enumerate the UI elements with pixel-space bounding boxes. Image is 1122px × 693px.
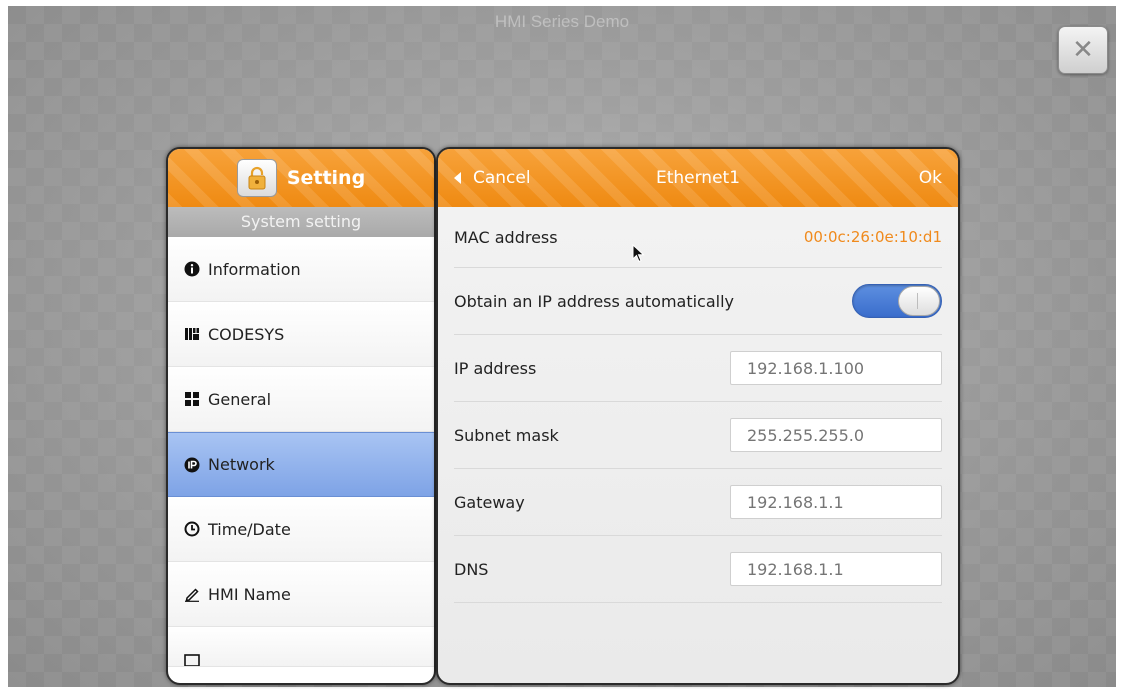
- sidebar-item-time-date[interactable]: Time/Date: [168, 497, 434, 562]
- subnet-mask-label: Subnet mask: [454, 425, 559, 445]
- pen-icon: [184, 586, 200, 602]
- ethernet-panel: Cancel Ethernet1 Ok MAC address 00:0c:26…: [436, 147, 960, 685]
- partial-icon: [184, 653, 200, 666]
- codesys-icon: [184, 326, 200, 342]
- ip-icon: [184, 457, 200, 473]
- mac-address-value: 00:0c:26:0e:10:d1: [803, 228, 942, 246]
- sidebar-item-label: CODESYS: [208, 324, 285, 344]
- cancel-button[interactable]: Cancel: [454, 149, 531, 207]
- ok-label: Ok: [918, 168, 942, 188]
- sidebar-item-label: General: [208, 389, 272, 409]
- gateway-label: Gateway: [454, 492, 525, 512]
- ethernet-header: Cancel Ethernet1 Ok: [438, 149, 958, 207]
- dns-row: DNS: [454, 536, 942, 603]
- dns-field[interactable]: [730, 552, 942, 586]
- close-icon: ✕: [1072, 35, 1094, 65]
- sidebar-item-hmi-name[interactable]: HMI Name: [168, 562, 434, 627]
- gateway-field[interactable]: [730, 485, 942, 519]
- grid-icon: [184, 391, 200, 407]
- sidebar-item-network[interactable]: Network: [168, 432, 434, 497]
- sidebar-item-codesys[interactable]: CODESYS: [168, 302, 434, 367]
- clock-icon: [184, 521, 200, 537]
- ip-address-label: IP address: [454, 358, 537, 378]
- close-button[interactable]: ✕: [1058, 26, 1108, 74]
- mac-address-label: MAC address: [454, 227, 558, 247]
- settings-sidebar: Setting System setting Information CODES…: [166, 147, 436, 685]
- dhcp-label: Obtain an IP address automatically: [454, 291, 735, 311]
- sidebar-item-general[interactable]: General: [168, 367, 434, 432]
- lock-button[interactable]: [236, 159, 277, 197]
- sidebar-item-partial[interactable]: [168, 627, 434, 667]
- info-icon: [184, 261, 200, 277]
- sidebar-item-label: Time/Date: [208, 519, 291, 539]
- settings-title: Setting: [286, 167, 366, 189]
- ok-button[interactable]: Ok: [919, 149, 942, 207]
- subnet-mask-row: Subnet mask: [454, 402, 942, 469]
- back-arrow-icon: [454, 172, 461, 184]
- toggle-knob: [898, 286, 940, 316]
- sidebar-item-label: Information: [208, 259, 301, 279]
- dhcp-toggle[interactable]: [852, 284, 942, 318]
- gateway-row: Gateway: [454, 469, 942, 536]
- cancel-label: Cancel: [473, 168, 531, 188]
- system-setting-label: System setting: [168, 207, 434, 237]
- ip-address-field[interactable]: [730, 351, 942, 385]
- mouse-cursor-icon: [632, 244, 645, 263]
- settings-rows: MAC address 00:0c:26:0e:10:d1 Obtain an …: [438, 207, 958, 603]
- dhcp-row: Obtain an IP address automatically: [454, 268, 942, 335]
- lock-icon: [248, 166, 266, 190]
- sidebar-item-information[interactable]: Information: [168, 237, 434, 302]
- dns-label: DNS: [454, 559, 489, 579]
- subnet-mask-field[interactable]: [730, 418, 942, 452]
- sidebar-item-label: Network: [208, 455, 275, 474]
- settings-header: Setting: [168, 149, 434, 207]
- mac-address-row: MAC address 00:0c:26:0e:10:d1: [454, 207, 942, 268]
- background-title: HMI Series Demo: [494, 12, 630, 31]
- ip-address-row: IP address: [454, 335, 942, 402]
- sidebar-item-label: HMI Name: [208, 584, 291, 604]
